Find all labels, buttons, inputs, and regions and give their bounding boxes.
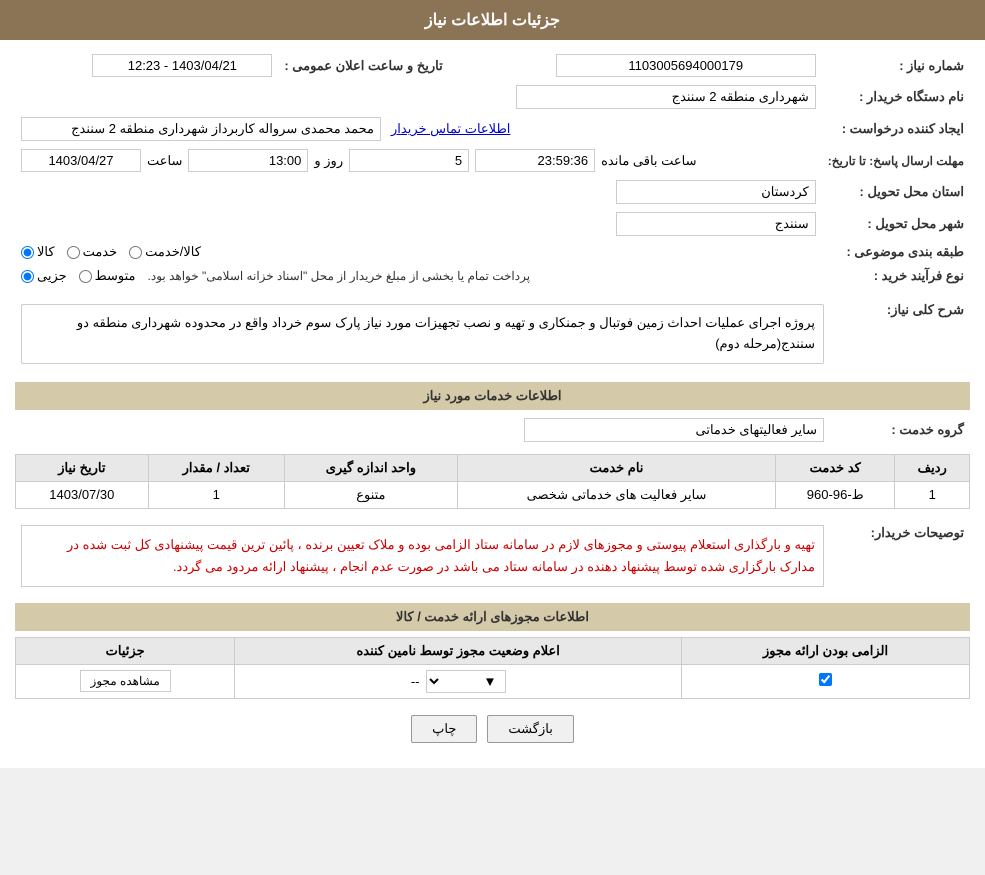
process-type-row: جزیی متوسط پرداخت تمام یا بخشی از مبلغ خ… [15,264,822,288]
response-date-input: 1403/04/27 [21,149,141,172]
buyer-contact-link[interactable]: اطلاعات تماس خریدار [391,121,510,137]
main-content: شماره نیاز : 1103005694000179 تاریخ و سا… [0,40,985,768]
services-section-title: اطلاعات خدمات مورد نیاز [15,382,970,410]
grid-header-date: تاریخ نیاز [16,454,149,481]
cell-name: سایر فعالیت های خدماتی شخصی [457,481,775,508]
need-description-label: شرح کلی نیاز: [830,294,970,374]
permit-mandatory-cell [682,664,970,698]
category-kala-khedmat[interactable]: کالا/خدمت [129,244,201,260]
buyer-notes-box: تهیه و بارگذاری استعلام پیوستی و مجوزهای… [21,525,824,587]
service-group-table: گروه خدمت : سایر فعالیتهای خدماتی [15,414,970,446]
permits-section-title: اطلاعات مجوزهای ارائه خدمت / کالا [15,603,970,631]
permit-detail-cell: مشاهده مجوز [16,664,235,698]
category-khedmat[interactable]: خدمت [67,244,118,260]
creator-label: ایجاد کننده درخواست : [822,113,970,145]
permit-header-mandatory: الزامی بودن ارائه مجوز [682,637,970,664]
grid-header-qty: تعداد / مقدار [148,454,284,481]
page-header: جزئیات اطلاعات نیاز [0,0,985,40]
need-number-label: شماره نیاز : [822,50,970,81]
announcement-datetime-label: تاریخ و ساعت اعلان عمومی : [278,50,448,81]
buyer-org-value: شهرداری منطقه 2 سنندج [15,81,822,113]
back-button[interactable]: بازگشت [487,715,573,743]
buyer-notes-label: توصیحات خریدار: [830,517,970,595]
permit-status-cell: ▼ -- [235,664,682,698]
need-number-input: 1103005694000179 [556,54,816,77]
grid-header-code: کد خدمت [776,454,895,481]
response-time-label: ساعت [147,153,182,169]
province-value: کردستان [15,176,822,208]
province-label: استان محل تحویل : [822,176,970,208]
city-value: سنندج [15,208,822,240]
permit-table: الزامی بودن ارائه مجوز اعلام وضعیت مجوز … [15,637,970,699]
province-input: کردستان [616,180,816,204]
response-deadline-label: مهلت ارسال پاسخ: تا تاریخ: [822,145,970,176]
service-group-value: سایر فعالیتهای خدماتی [15,414,830,446]
process-type-label: نوع فرآیند خرید : [822,264,970,288]
category-row: کالا خدمت کالا/خدمت [15,240,822,264]
buyer-org-label: نام دستگاه خریدار : [822,81,970,113]
grid-header-name: نام خدمت [457,454,775,481]
response-time-input: 13:00 [188,149,308,172]
info-table: شماره نیاز : 1103005694000179 تاریخ و سا… [15,50,970,288]
announcement-datetime-value: 1403/04/21 - 12:23 [15,50,278,81]
permit-header-status: اعلام وضعیت مجوز توسط نامین کننده [235,637,682,664]
service-group-label: گروه خدمت : [830,414,970,446]
buyer-notes-text: تهیه و بارگذاری استعلام پیوستی و مجوزهای… [67,537,815,574]
page-title: جزئیات اطلاعات نیاز [425,12,560,29]
buyer-notes-table: توصیحات خریدار: تهیه و بارگذاری استعلام … [15,517,970,595]
response-remaining-input: 23:59:36 [475,149,595,172]
response-remaining-label: ساعت باقی مانده [601,153,696,169]
table-row: 1 ط-96-960 سایر فعالیت های خدماتی شخصی م… [16,481,970,508]
service-group-input: سایر فعالیتهای خدماتی [524,418,824,442]
category-label: طبقه بندی موضوعی : [822,240,970,264]
announcement-datetime-input: 1403/04/21 - 12:23 [92,54,272,77]
city-input: سنندج [616,212,816,236]
need-description-table: شرح کلی نیاز: پروژه اجرای عملیات احداث ز… [15,294,970,374]
print-button[interactable]: چاپ [411,715,477,743]
process-note: پرداخت تمام یا بخشی از مبلغ خریدار از مح… [148,269,531,283]
services-grid: ردیف کد خدمت نام خدمت واحد اندازه گیری ت… [15,454,970,509]
creator-input: محمد محمدی سرواله کاربرداز شهرداری منطقه… [21,117,381,141]
permit-header-details: جزئیات [16,637,235,664]
buyer-org-input: شهرداری منطقه 2 سنندج [516,85,816,109]
process-jozi[interactable]: جزیی [21,268,67,284]
city-label: شهر محل تحویل : [822,208,970,240]
cell-code: ط-96-960 [776,481,895,508]
cell-row: 1 [895,481,970,508]
need-description-cell: پروژه اجرای عملیات احداث زمین فوتبال و ج… [15,294,830,374]
permit-mandatory-checkbox[interactable] [819,673,832,686]
permit-view-button[interactable]: مشاهده مجوز [80,670,171,692]
category-kala[interactable]: کالا [21,244,55,260]
cell-qty: 1 [148,481,284,508]
page-wrapper: جزئیات اطلاعات نیاز شماره نیاز : 1103005… [0,0,985,768]
process-motavasset[interactable]: متوسط [79,268,136,284]
permit-status-select[interactable]: ▼ [426,670,506,693]
grid-header-row: ردیف [895,454,970,481]
grid-header-unit: واحد اندازه گیری [284,454,457,481]
need-description-box: پروژه اجرای عملیات احداث زمین فوتبال و ج… [21,304,824,364]
response-day-label: روز و [314,153,343,169]
list-item: ▼ -- مشاهده مجوز [16,664,970,698]
cell-date: 1403/07/30 [16,481,149,508]
buyer-notes-cell: تهیه و بارگذاری استعلام پیوستی و مجوزهای… [15,517,830,595]
permit-status-value: -- [411,674,420,689]
creator-row: محمد محمدی سرواله کاربرداز شهرداری منطقه… [15,113,822,145]
buttons-row: بازگشت چاپ [15,705,970,758]
cell-unit: متنوع [284,481,457,508]
need-number-value: 1103005694000179 [449,50,822,81]
response-day-input: 5 [349,149,469,172]
response-deadline-row: 1403/04/27 ساعت 13:00 روز و 5 23:59:36 س… [15,145,822,176]
